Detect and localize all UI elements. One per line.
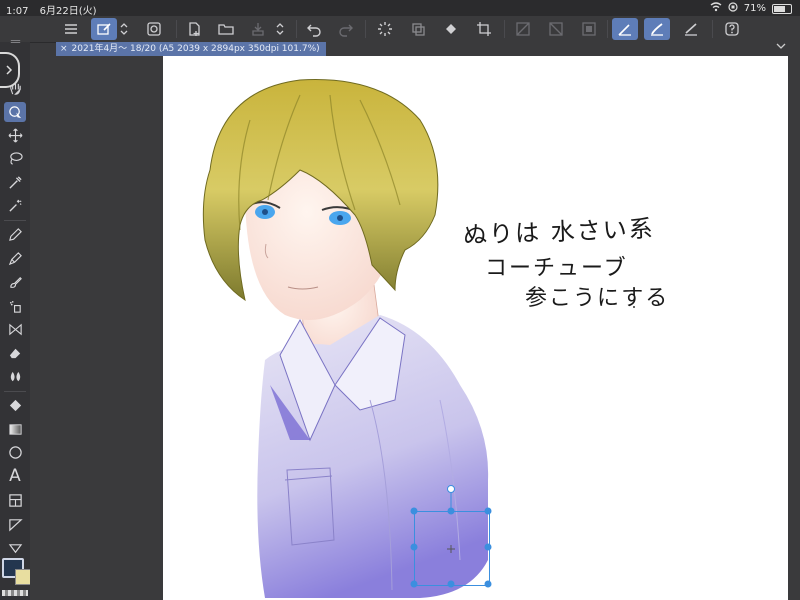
frame-border-icon[interactable] bbox=[4, 490, 26, 510]
select-all-icon[interactable] bbox=[576, 18, 602, 40]
blend-icon[interactable] bbox=[4, 366, 26, 386]
panel-collapse-handle[interactable] bbox=[0, 52, 20, 88]
brush-icon[interactable] bbox=[4, 272, 26, 292]
ruler-pen-icon[interactable] bbox=[678, 18, 704, 40]
canvas-gutter-right bbox=[788, 56, 800, 600]
chevron-down-icon[interactable] bbox=[776, 42, 786, 53]
canvas-gutter bbox=[30, 56, 163, 600]
document-tab-bar: × 2021年4月～ 18/20 (A5 2039 x 2894px 350dpi… bbox=[56, 42, 800, 56]
ruler-icon[interactable] bbox=[4, 514, 26, 534]
handwritten-note-line-3: 参こうにする bbox=[525, 286, 670, 311]
text-tool-icon[interactable]: A bbox=[4, 466, 26, 486]
command-bar bbox=[0, 16, 800, 43]
pen-icon[interactable] bbox=[4, 224, 26, 244]
redo-icon[interactable] bbox=[333, 18, 359, 40]
close-tab-icon[interactable]: × bbox=[60, 44, 68, 54]
updown-arrow-icon-2[interactable] bbox=[272, 18, 288, 40]
eyedropper-icon[interactable] bbox=[4, 172, 26, 192]
companion-mode-icon[interactable] bbox=[141, 18, 167, 40]
correct-line-icon[interactable] bbox=[4, 538, 26, 558]
tool-bar: A bbox=[0, 39, 30, 600]
handwritten-note-line-1: ぬりは 水さい系 bbox=[462, 214, 656, 250]
fill-icon[interactable] bbox=[4, 395, 26, 415]
battery-percentage: 71% bbox=[743, 3, 766, 14]
airbrush-icon[interactable] bbox=[4, 296, 26, 316]
eraser-icon[interactable] bbox=[4, 342, 26, 362]
color-indicator[interactable] bbox=[2, 558, 32, 590]
transform-handles bbox=[410, 485, 492, 588]
lasso-icon[interactable] bbox=[4, 148, 26, 168]
wifi-icon bbox=[710, 2, 722, 15]
clear-selection-icon[interactable] bbox=[510, 18, 536, 40]
battery-icon bbox=[772, 3, 792, 14]
orientation-lock-icon bbox=[728, 2, 738, 15]
decoration-icon[interactable] bbox=[4, 319, 26, 339]
save-icon[interactable] bbox=[245, 18, 271, 40]
move-icon[interactable] bbox=[4, 125, 26, 145]
magic-wand-icon[interactable] bbox=[4, 195, 26, 215]
invert-selection-icon[interactable] bbox=[543, 18, 569, 40]
edit-layer-icon[interactable] bbox=[91, 18, 117, 40]
new-file-icon[interactable] bbox=[181, 18, 207, 40]
ios-status-bar: 1:07 6月22日(火) 71% bbox=[0, 0, 800, 17]
help-icon[interactable] bbox=[719, 18, 745, 40]
figure-icon[interactable] bbox=[4, 442, 26, 462]
updown-arrow-icon[interactable] bbox=[116, 18, 132, 40]
loading-spinner-icon[interactable] bbox=[372, 18, 398, 40]
select-layer-tool-icon[interactable] bbox=[4, 102, 26, 122]
copy-layer-icon[interactable] bbox=[405, 18, 431, 40]
crop-icon[interactable] bbox=[471, 18, 497, 40]
undo-icon[interactable] bbox=[301, 18, 327, 40]
menu-icon[interactable] bbox=[58, 18, 84, 40]
document-title: 2021年4月～ 18/20 (A5 2039 x 2894px 350dpi … bbox=[71, 44, 320, 54]
fill-bucket-icon[interactable] bbox=[438, 18, 464, 40]
open-folder-icon[interactable] bbox=[213, 18, 239, 40]
transparent-color-swatch[interactable] bbox=[2, 590, 28, 596]
gradient-icon[interactable] bbox=[4, 419, 26, 439]
grip-icon[interactable] bbox=[4, 36, 26, 46]
document-tab[interactable]: × 2021年4月～ 18/20 (A5 2039 x 2894px 350dpi… bbox=[56, 42, 326, 56]
pencil-icon[interactable] bbox=[4, 248, 26, 268]
handwritten-note-line-2: コーチューブ bbox=[485, 256, 628, 281]
pen-pressure-icon[interactable] bbox=[612, 18, 638, 40]
brush-stabilizer-icon[interactable] bbox=[644, 18, 670, 40]
